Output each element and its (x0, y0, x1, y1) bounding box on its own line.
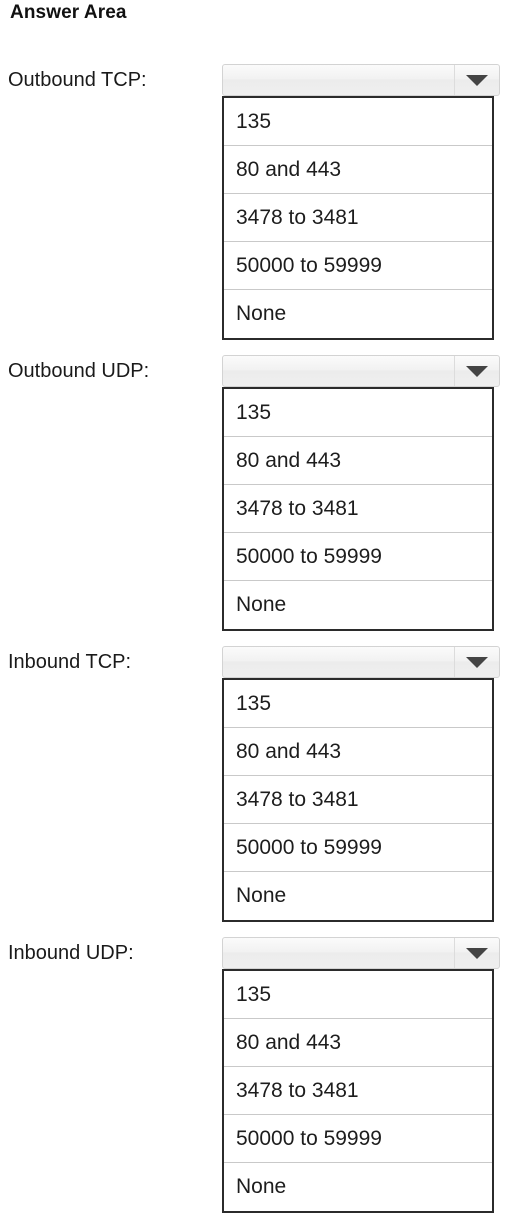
chevron-down-glyph (466, 365, 488, 377)
dropdown-option[interactable]: 80 and 443 (224, 1019, 492, 1067)
dropdown-option-list: 135 80 and 443 3478 to 3481 50000 to 59999 N… (222, 96, 494, 340)
dropdown-button[interactable] (222, 646, 500, 678)
dropdown-option[interactable]: None (224, 581, 492, 629)
dropdown-option[interactable]: None (224, 1163, 492, 1211)
answer-group-label: Inbound TCP: (8, 651, 132, 673)
chevron-down-glyph (466, 656, 488, 668)
dropdown-option[interactable]: 50000 to 59999 (224, 242, 492, 290)
dropdown-option[interactable]: None (224, 872, 492, 920)
dropdown-option-list: 135 80 and 443 3478 to 3481 50000 to 59999 N… (222, 678, 494, 922)
dropdown-selected-value (223, 65, 454, 95)
answer-group-label: Outbound UDP: (8, 360, 150, 382)
chevron-down-glyph (466, 947, 488, 959)
dropdown-option[interactable]: 135 (224, 98, 492, 146)
dropdown-selected-value (223, 938, 454, 968)
chevron-down-icon[interactable] (454, 938, 499, 968)
dropdown-option[interactable]: 135 (224, 389, 492, 437)
dropdown-option-list: 135 80 and 443 3478 to 3481 50000 to 59999 N… (222, 969, 494, 1213)
dropdown-button[interactable] (222, 937, 500, 969)
chevron-down-icon[interactable] (454, 356, 499, 386)
dropdown-option[interactable]: 3478 to 3481 (224, 1067, 492, 1115)
dropdown-option[interactable]: 50000 to 59999 (224, 1115, 492, 1163)
dropdown-button[interactable] (222, 64, 500, 96)
answer-group-label: Outbound TCP: (8, 69, 147, 91)
dropdown-selected-value (223, 356, 454, 386)
dropdown-option[interactable]: None (224, 290, 492, 338)
chevron-down-icon[interactable] (454, 647, 499, 677)
chevron-down-icon[interactable] (454, 65, 499, 95)
dropdown-option[interactable]: 3478 to 3481 (224, 194, 492, 242)
dropdown-option[interactable]: 135 (224, 680, 492, 728)
dropdown-option-list: 135 80 and 443 3478 to 3481 50000 to 59999 N… (222, 387, 494, 631)
chevron-down-glyph (466, 74, 488, 86)
dropdown-option[interactable]: 80 and 443 (224, 146, 492, 194)
page-title: Answer Area (10, 2, 127, 23)
dropdown-option[interactable]: 80 and 443 (224, 437, 492, 485)
dropdown-option[interactable]: 80 and 443 (224, 728, 492, 776)
dropdown-option[interactable]: 50000 to 59999 (224, 824, 492, 872)
dropdown-option[interactable]: 50000 to 59999 (224, 533, 492, 581)
dropdown-option[interactable]: 135 (224, 971, 492, 1019)
dropdown-option[interactable]: 3478 to 3481 (224, 485, 492, 533)
dropdown-button[interactable] (222, 355, 500, 387)
dropdown-option[interactable]: 3478 to 3481 (224, 776, 492, 824)
dropdown-selected-value (223, 647, 454, 677)
answer-group-label: Inbound UDP: (8, 942, 134, 964)
